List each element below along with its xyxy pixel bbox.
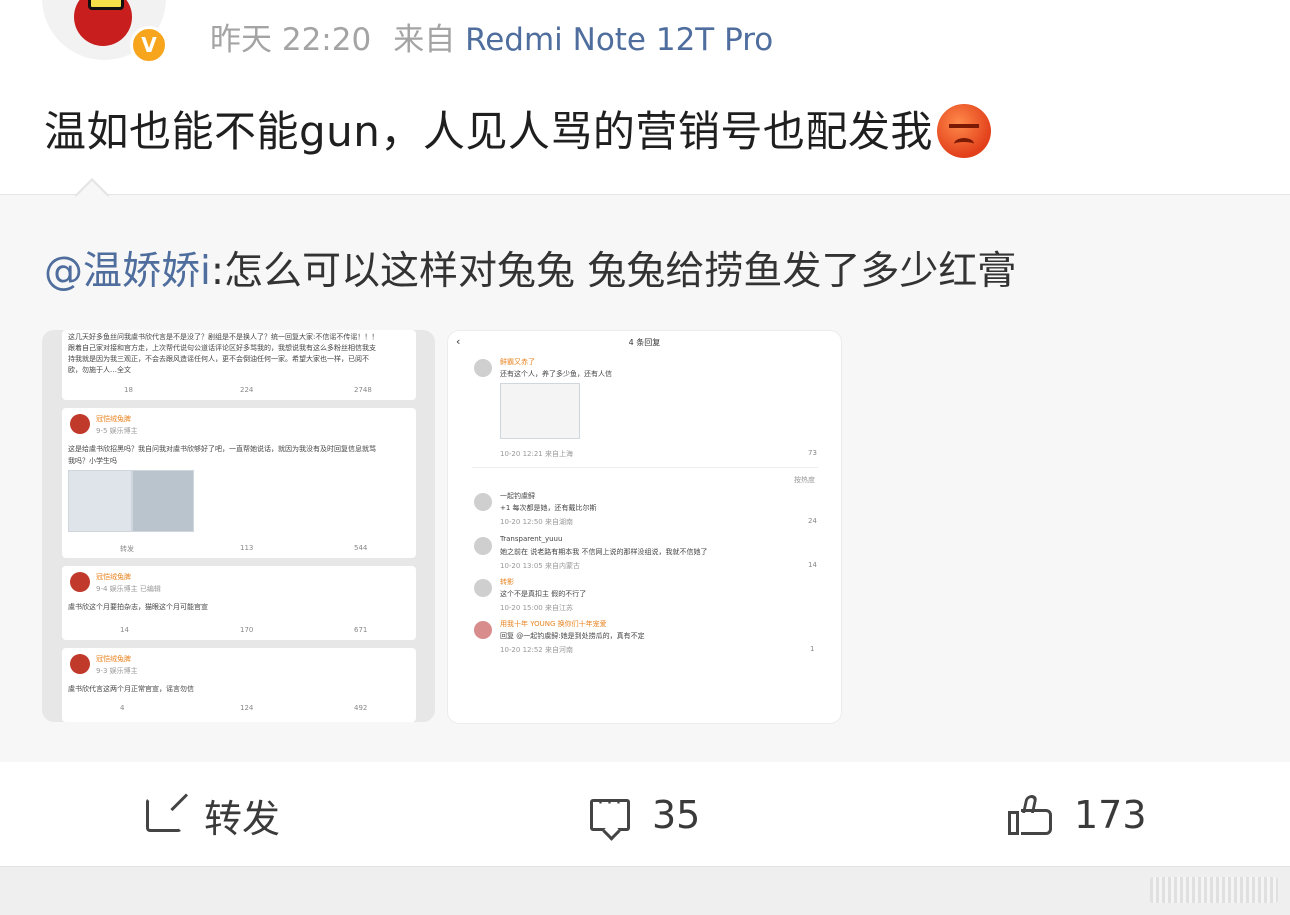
- thumbs-up-icon: [1008, 795, 1052, 835]
- like-count: 173: [1074, 793, 1147, 837]
- s2-likes: 73: [808, 449, 817, 457]
- s2-user: Transparent_yuuu: [500, 535, 563, 543]
- s1-top-card: 这几天好多鱼丝问我虞书欣代言是不是没了？剧组是不是换人了？统一回复大家:不信谣不…: [62, 330, 416, 400]
- bottom-divider: [0, 866, 1290, 915]
- s1-date: 9-3 娱乐博主: [96, 667, 138, 675]
- post-meta: 昨天 22:20 来自 Redmi Note 12T Pro: [210, 14, 773, 59]
- mention-link[interactable]: @温娇娇i: [44, 249, 211, 294]
- s1-count: 4: [120, 704, 125, 712]
- s1-top-line: 持我就是因为我三观正，不会去跟风造谣任何人，更不会倒油任何一家。希望大家也一样，…: [68, 355, 369, 363]
- s2-user: 一起钓虞鲟: [500, 492, 535, 500]
- repost-button[interactable]: 转发: [146, 790, 281, 841]
- device-link[interactable]: Redmi Note 12T Pro: [465, 22, 773, 58]
- s2-text: 回复 @一起钓虞鲟:她是到处捞瓜的，真有不定: [500, 632, 645, 640]
- s1-thumb: [132, 470, 194, 532]
- share-icon: [146, 798, 182, 832]
- s2-meta: 10-20 12:52 来自河南: [500, 646, 573, 654]
- repost-label: 转发: [204, 796, 281, 841]
- s1-count: 2748: [354, 386, 372, 394]
- s2-avatar: [474, 493, 492, 511]
- comment-button[interactable]: 35: [590, 790, 700, 840]
- s2-likes: 1: [810, 645, 815, 653]
- attached-image-1[interactable]: 这几天好多鱼丝问我虞书欣代言是不是没了？剧组是不是换人了？统一回复大家:不信谣不…: [42, 330, 435, 722]
- s1-top-line: 这几天好多鱼丝问我虞书欣代言是不是没了？剧组是不是换人了？统一回复大家:不信谣不…: [68, 333, 379, 341]
- s2-avatar: [474, 537, 492, 555]
- s1-count: 113: [240, 544, 254, 552]
- watermark-logo: [1150, 877, 1278, 903]
- s1-date: 9-5 娱乐博主: [96, 427, 138, 435]
- s2-text: +1 每次都是她，还有戴比尔斯: [500, 504, 597, 512]
- s2-text: 这个不是真扣主 假的不行了: [500, 590, 587, 598]
- s1-user: 冠恺绒兔脾: [96, 573, 131, 581]
- post-text: 温如也能不能gun，人见人骂的营销号也配发我: [44, 107, 933, 156]
- s1-count: 14: [120, 626, 129, 634]
- s1-avatar: [70, 414, 90, 434]
- comment-icon: [590, 791, 630, 831]
- s1-count: 170: [240, 626, 254, 634]
- s1-text: 这是给虞书欣招黑吗？我自问我对虞书欣够好了吧，一直帮她说话，就因为我没有及时回复…: [68, 445, 376, 453]
- comment-count: 35: [652, 793, 701, 837]
- s1-text: 我吗？小学生吗: [68, 457, 117, 465]
- s1-card-3: 冠恺绒兔脾 9-3 娱乐博主 虞书欣代言这两个月正常官宣，谣言勿信 4 124 …: [62, 648, 416, 722]
- s1-user: 冠恺绒兔脾: [96, 655, 131, 663]
- s1-top-line: 欧，勿施于人…全文: [68, 366, 131, 374]
- s1-text: 虞书欣代言这两个月正常官宣，谣言勿信: [68, 685, 194, 693]
- s2-user: 转影: [500, 578, 514, 586]
- post-text-block: 温如也能不能gun，人见人骂的营销号也配发我: [44, 98, 991, 159]
- s2-likes: 24: [808, 517, 817, 525]
- s1-avatar: [70, 572, 90, 592]
- s1-text: 虞书欣这个月要拍杂志，猫眼这个月可能官宣: [68, 603, 208, 611]
- s2-avatar: [474, 621, 492, 639]
- s2-sort: 按热度: [794, 476, 815, 484]
- verified-badge-icon: V: [130, 26, 168, 64]
- repost-text: @温娇娇i:怎么可以这样对兔兔 兔兔给捞鱼发了多少红膏: [44, 240, 1016, 296]
- s1-date: 9-4 娱乐博主 已编辑: [96, 585, 161, 593]
- s2-meta: 10-20 15:00 来自江苏: [500, 604, 573, 612]
- s1-count: 544: [354, 544, 368, 552]
- like-button[interactable]: 173: [1008, 790, 1147, 840]
- s1-count: 124: [240, 704, 254, 712]
- post-time: 昨天 22:20: [210, 22, 372, 58]
- s1-thumb: [68, 470, 132, 532]
- attached-image-2[interactable]: ‹ 4 条回复 鲜霸又赤了 还有这个人，养了多少鱼，还有人信 10-20 12:…: [447, 330, 842, 724]
- action-bar: 转发 35 173: [0, 762, 1290, 866]
- s2-meta: 10-20 12:50 来自湖南: [500, 518, 573, 526]
- s2-embedded-image: [500, 383, 580, 439]
- s2-user: 用我十年 YOUNG 换你们十年宠爱: [500, 620, 607, 628]
- s1-count: 18: [124, 386, 133, 394]
- s2-avatar: [474, 359, 492, 377]
- avatar-glasses: [88, 0, 124, 10]
- s1-avatar: [70, 654, 90, 674]
- s1-card-2: 冠恺绒兔脾 9-4 娱乐博主 已编辑 虞书欣这个月要拍杂志，猫眼这个月可能官宣 …: [62, 566, 416, 640]
- s1-card-1: 冠恺绒兔脾 9-5 娱乐博主 这是给虞书欣招黑吗？我自问我对虞书欣够好了吧，一直…: [62, 408, 416, 558]
- angry-face-icon: [936, 104, 991, 158]
- s2-likes: 14: [808, 561, 817, 569]
- s2-avatar: [474, 579, 492, 597]
- s1-top-line: 跟着自己家对接和官方走，上次帮代说句公道话评论区好多骂我的，我想说我有这么多粉丝…: [68, 344, 376, 352]
- s2-meta: 10-20 12:21 来自上海: [500, 450, 573, 458]
- repost-body: :怎么可以这样对兔兔 兔兔给捞鱼发了多少红膏: [210, 249, 1017, 294]
- s2-text: 还有这个人，养了多少鱼，还有人信: [500, 370, 612, 378]
- s1-count: 492: [354, 704, 368, 712]
- s2-meta: 10-20 13:05 来自内蒙古: [500, 562, 580, 570]
- s1-count: 671: [354, 626, 368, 634]
- s2-text: 她之前在 说老路有期本我 不信网上说的那样没组说，我就不信她了: [500, 548, 708, 556]
- s1-count: 转发: [120, 545, 134, 553]
- s2-user: 鲜霸又赤了: [500, 358, 535, 366]
- s1-user: 冠恺绒兔脾: [96, 415, 131, 423]
- s1-count: 224: [240, 386, 254, 394]
- source-prefix: 来自: [393, 22, 456, 58]
- replies-title: 4 条回复: [628, 338, 661, 347]
